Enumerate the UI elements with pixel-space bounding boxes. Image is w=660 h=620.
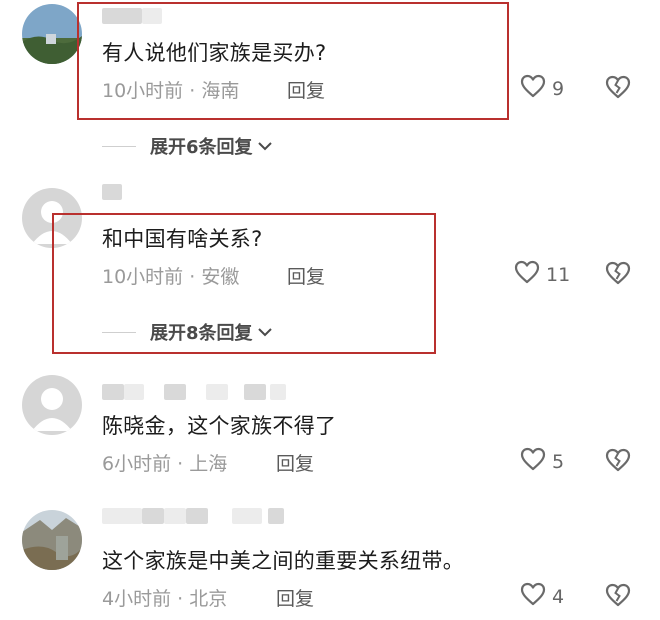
like-count: 5: [552, 450, 565, 473]
broken-heart-icon: [604, 583, 632, 612]
like-button[interactable]: 9: [520, 74, 564, 103]
username-blurred[interactable]: [102, 184, 122, 200]
comment-meta: 10小时前 · 安徽: [102, 262, 239, 289]
dislike-button[interactable]: [604, 447, 632, 477]
reply-button[interactable]: 回复: [276, 584, 314, 611]
broken-heart-icon: [604, 448, 632, 477]
like-count: 4: [552, 585, 565, 608]
comment-time: 10小时前: [102, 266, 184, 288]
comment-location: 安徽: [201, 266, 240, 288]
comment-text: 这个家族是中美之间的重要关系纽带。: [102, 549, 465, 573]
comment-location: 海南: [201, 80, 240, 102]
avatar[interactable]: [22, 510, 82, 570]
reply-button[interactable]: 回复: [287, 262, 325, 289]
dislike-button[interactable]: [604, 582, 632, 612]
broken-heart-icon: [604, 75, 632, 104]
like-button[interactable]: 4: [520, 582, 564, 611]
expand-label: 展开8条回复: [150, 323, 253, 344]
meta-separator: ·: [189, 80, 196, 102]
comment-time: 4小时前: [102, 588, 172, 610]
heart-outline-icon: [520, 447, 546, 476]
comment-meta: 6小时前 · 上海: [102, 449, 227, 476]
divider-line: [102, 145, 136, 147]
broken-heart-icon: [604, 261, 632, 290]
heart-outline-icon: [514, 260, 540, 289]
comment-meta: 10小时前 · 海南: [102, 76, 239, 103]
comment-time: 10小时前: [102, 80, 184, 102]
username-blurred[interactable]: [102, 384, 302, 400]
comment-time: 6小时前: [102, 453, 172, 475]
meta-separator: ·: [189, 266, 196, 288]
dislike-button[interactable]: [604, 74, 632, 104]
comment-text: 陈晓金，这个家族不得了: [102, 414, 337, 438]
avatar[interactable]: [22, 375, 82, 435]
like-button[interactable]: 5: [520, 447, 564, 476]
expand-label: 展开6条回复: [150, 137, 253, 158]
like-count: 9: [552, 77, 565, 100]
comment-location: 北京: [189, 588, 228, 610]
heart-outline-icon: [520, 582, 546, 611]
divider-line: [102, 331, 136, 333]
comment-location: 上海: [189, 453, 228, 475]
chevron-down-icon: [257, 136, 273, 157]
comment-meta: 4小时前 · 北京: [102, 584, 227, 611]
reply-button[interactable]: 回复: [287, 76, 325, 103]
heart-outline-icon: [520, 74, 546, 103]
like-count: 11: [546, 263, 571, 286]
comment-text: 和中国有啥关系?: [102, 227, 263, 251]
avatar[interactable]: [22, 4, 82, 64]
like-button[interactable]: 11: [514, 260, 570, 289]
meta-separator: ·: [177, 588, 184, 610]
username-blurred[interactable]: [102, 508, 302, 524]
meta-separator: ·: [177, 453, 184, 475]
comment-text: 有人说他们家族是买办?: [102, 41, 327, 65]
dislike-button[interactable]: [604, 260, 632, 290]
expand-replies-button[interactable]: 展开6条回复: [102, 133, 273, 159]
expand-replies-button[interactable]: 展开8条回复: [102, 319, 273, 345]
reply-button[interactable]: 回复: [276, 449, 314, 476]
chevron-down-icon: [257, 322, 273, 343]
